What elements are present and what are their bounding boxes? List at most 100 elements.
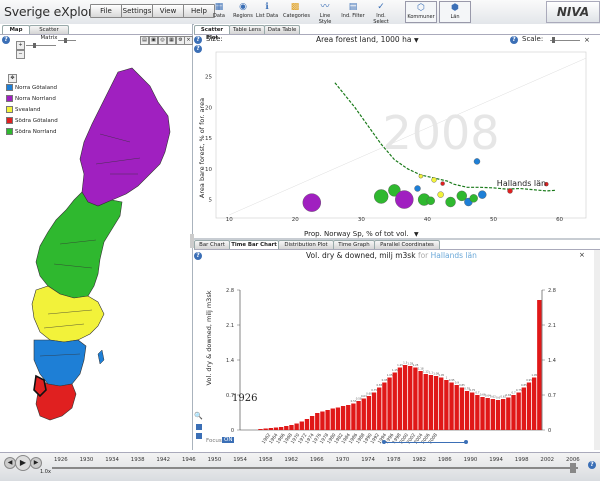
sweden-map[interactable] (0, 24, 192, 450)
timeline-handle[interactable] (570, 463, 576, 473)
tab-time-bar-chart[interactable]: Time Bar Chart (229, 240, 279, 249)
region-sodra-norrland (35, 191, 123, 299)
toolbar-select-button[interactable]: ✓ Ind. Select (369, 1, 393, 25)
toolbar-filter-button[interactable]: ▤ Ind. Filter (341, 1, 365, 23)
timeline-year-label[interactable]: 1998 (515, 457, 529, 463)
bar (387, 377, 392, 430)
help-icon[interactable]: ? (510, 36, 518, 44)
bar (340, 406, 346, 430)
tab-bar-chart[interactable]: Bar Chart (194, 240, 230, 249)
timeline-year-label[interactable]: 1982 (412, 457, 426, 463)
toolbar-data-button[interactable]: ▦ Data (207, 1, 231, 23)
bar (320, 411, 325, 430)
dropdown-icon[interactable]: ▼ (414, 37, 419, 44)
focus-toggle[interactable]: ON (222, 437, 235, 443)
timeline-year-label[interactable]: 1934 (105, 457, 119, 463)
bar (423, 374, 428, 430)
timeline-year-label[interactable]: 1974 (361, 457, 375, 463)
bar-value-label: 0.85 (459, 383, 465, 387)
timeline-year-label[interactable]: 1970 (336, 457, 350, 463)
timeline-year-label[interactable]: 1994 (489, 457, 503, 463)
toolbar-regions-button[interactable]: ◉ Regions (231, 1, 255, 23)
timeline-year-label[interactable]: 1990 (464, 457, 478, 463)
help-icon[interactable]: ? (194, 36, 202, 44)
timeline-year-label[interactable]: 1938 (131, 457, 145, 463)
bar (402, 365, 408, 430)
bar (490, 399, 496, 430)
bar (413, 367, 418, 430)
toolbar-kommuner-button[interactable]: ⬡ Kommuner (405, 1, 437, 23)
x-tick-label: 20 (292, 217, 299, 223)
timeline-year-label[interactable]: 1962 (284, 457, 298, 463)
menu-view[interactable]: View (152, 4, 184, 18)
timeline-year-label[interactable]: 2002 (540, 457, 554, 463)
bar (454, 385, 459, 430)
toolbar-list-data-button[interactable]: ℹ List Data (255, 1, 279, 23)
timeline-year-label[interactable]: 1942 (156, 457, 170, 463)
scatter-title[interactable]: Area forest land, 1000 ha (316, 35, 411, 44)
y-tick-label-right: 0 (548, 428, 551, 434)
scatter-plot[interactable]: 2008 10 20 30 40 50 60 5 10 15 20 25 Hallands län (194, 46, 600, 242)
tab-time-graph[interactable]: Time Graph (333, 240, 375, 249)
timeline-year-label[interactable]: 1986 (438, 457, 452, 463)
bar (537, 300, 542, 430)
bar-value-label: 0.95 (382, 378, 388, 382)
menu-file[interactable]: File (90, 4, 122, 18)
tab-table-lens[interactable]: Table Lens (229, 25, 265, 34)
range-slider-handle-start[interactable] (382, 440, 386, 444)
timeline-year-label[interactable]: 1978 (387, 457, 401, 463)
map-panel: Map Scatter Matrix ? ▤ ▣ ◎ ▦ ⚙ × + − ✥ N… (0, 24, 194, 450)
y-tick-label: 1.4 (226, 358, 234, 364)
timeline-year-label[interactable]: 1966 (310, 457, 324, 463)
bar (464, 391, 470, 430)
bar-value-label: 1.05 (438, 373, 444, 377)
toolbar-lan-button[interactable]: ⬢ Län (439, 1, 471, 23)
bar-value-label: 1.25 (413, 363, 419, 367)
bar (268, 428, 273, 430)
y-tick-label-right: 1.4 (548, 358, 556, 364)
scatter-point (445, 196, 456, 208)
right-panel: Scatter Plot Table Lens Data Table ? Siz… (194, 24, 600, 450)
tab-parallel-coordinates[interactable]: Parallel Coordinates (374, 240, 440, 249)
scatter-point (478, 190, 487, 199)
tab-distribution-plot[interactable]: Distribution Plot (278, 240, 334, 249)
niva-logo: NIVA (546, 1, 600, 23)
select-icon: ✓ (377, 2, 385, 12)
toolbar-categories-button[interactable]: ▩ Categories (283, 1, 310, 23)
timeline-year-label[interactable]: 1946 (182, 457, 196, 463)
range-slider-handle-end[interactable] (464, 440, 468, 444)
timeline-year-label[interactable]: 1930 (80, 457, 94, 463)
scrollbar[interactable] (594, 250, 600, 450)
timeline-year-label[interactable]: 1958 (259, 457, 273, 463)
close-icon[interactable]: × (584, 36, 590, 44)
filter-icon[interactable] (196, 433, 202, 439)
menu-settings[interactable]: Settings (121, 4, 153, 18)
scatter-point (426, 196, 435, 205)
bar (356, 401, 361, 430)
scatter-point (302, 193, 322, 212)
bar-value-label: 1.15 (392, 368, 398, 372)
timeline-year-label[interactable]: 1950 (208, 457, 222, 463)
bar (480, 397, 485, 430)
bar (273, 427, 279, 430)
help-icon[interactable]: ? (588, 461, 596, 469)
zoom-icon[interactable]: 🔍 (194, 412, 203, 420)
tab-scatter-plot[interactable]: Scatter Plot (194, 25, 230, 41)
region-norra-norrland (79, 67, 171, 207)
time-bar-chart[interactable]: 0 00.7 0.71.4 1.42.1 2.12.8 2.80.530.580.630.… (194, 250, 600, 450)
focus-icon[interactable] (196, 424, 202, 430)
timeline-year-label[interactable]: 1926 (54, 457, 68, 463)
bar (304, 419, 310, 430)
bar-value-label: 0.85 (521, 383, 527, 387)
bar (449, 382, 454, 430)
range-slider[interactable] (384, 442, 466, 443)
y-tick-label: 15 (205, 136, 212, 142)
timeline-year-label[interactable]: 1954 (233, 457, 247, 463)
toolbar-line-style-button[interactable]: 〰 Line Style (313, 1, 337, 25)
bar-value-label: 0.68 (366, 392, 372, 396)
scale-slider-handle[interactable] (552, 37, 555, 43)
dropdown-icon[interactable]: ▼ (414, 231, 419, 238)
scatter-point (437, 191, 444, 198)
bar (335, 407, 341, 430)
tab-data-table[interactable]: Data Table (264, 25, 300, 34)
